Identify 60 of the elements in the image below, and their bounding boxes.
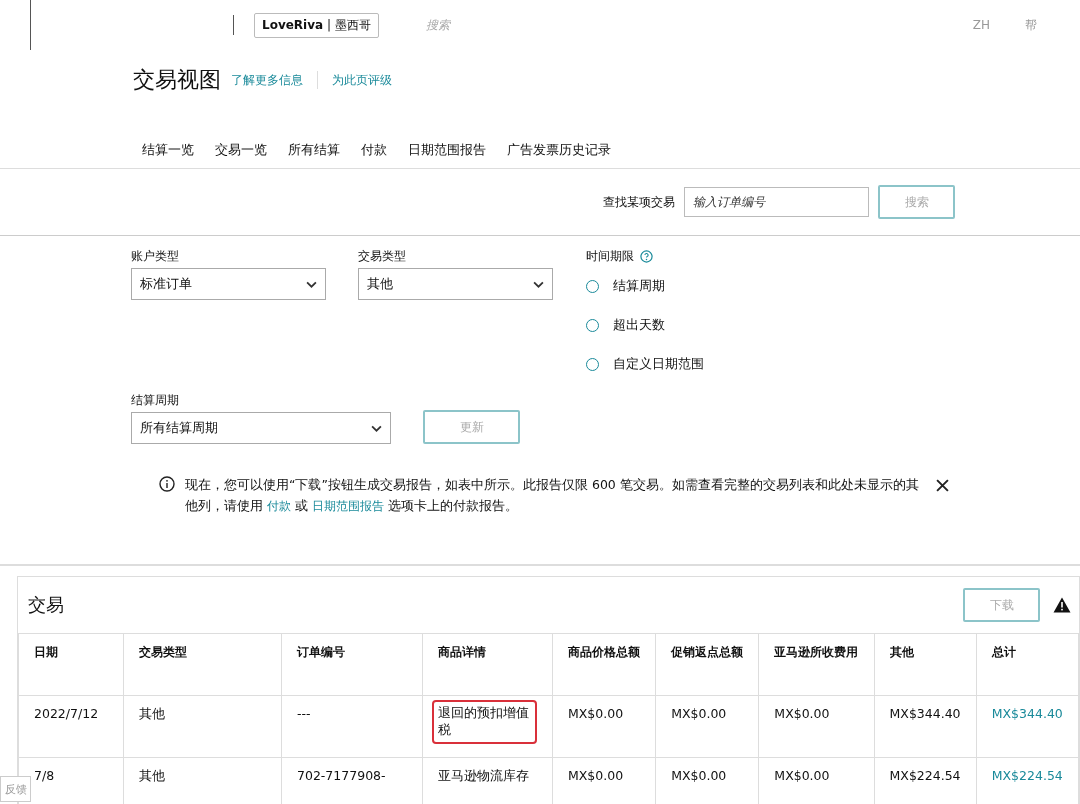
column-header: 亚马逊所收费用 bbox=[758, 633, 875, 696]
column-header: 商品详情 bbox=[422, 633, 553, 696]
time-limit-label: 时间期限 bbox=[586, 248, 634, 265]
table-cell: 其他 bbox=[139, 706, 165, 721]
settlement-period-dropdown[interactable]: 所有结算周期 bbox=[131, 412, 391, 444]
nav-tab[interactable]: 结算一览 bbox=[142, 136, 194, 164]
column-header: 总计 bbox=[976, 633, 1079, 696]
table-cell: 7/8 bbox=[34, 768, 55, 783]
table-cell: MX$344.40 bbox=[889, 706, 961, 721]
table-cell: MX$224.54 bbox=[889, 768, 961, 783]
nav-tab[interactable]: 交易一览 bbox=[215, 136, 267, 164]
column-header: 商品价格总额 bbox=[552, 633, 656, 696]
account-type-label: 账户类型 bbox=[131, 248, 180, 265]
table-cell: MX$0.00 bbox=[568, 706, 624, 721]
column-header: 交易类型 bbox=[123, 633, 282, 696]
table-cell: 亚马逊物流库存 bbox=[438, 768, 529, 783]
header-link[interactable]: 了解更多信息 bbox=[231, 71, 303, 89]
warning-icon bbox=[1053, 597, 1071, 613]
table-cell: MX$0.00 bbox=[671, 706, 727, 721]
column-header: 其他 bbox=[874, 633, 977, 696]
find-label: 查找某项交易 bbox=[603, 193, 675, 211]
table-cell: MX$224.54 bbox=[991, 768, 1063, 783]
store-selector[interactable]: LoveRiva | 墨西哥 bbox=[254, 12, 379, 38]
table-cell: MX$0.00 bbox=[671, 768, 727, 783]
table-cell: MX$344.40 bbox=[991, 706, 1063, 721]
header-link[interactable]: 为此页评级 bbox=[332, 71, 392, 89]
nav-tab[interactable]: 广告发票历史记录 bbox=[507, 136, 611, 164]
settlement-period-label: 结算周期 bbox=[131, 392, 180, 409]
info-icon bbox=[159, 476, 175, 492]
transaction-type-dropdown[interactable]: 其他 bbox=[358, 268, 553, 300]
chevron-icon bbox=[371, 424, 382, 432]
help-icon bbox=[640, 250, 653, 263]
radio-option[interactable]: 结算周期 bbox=[586, 268, 704, 304]
table-cell: 其他 bbox=[139, 768, 165, 783]
close-icon[interactable] bbox=[936, 479, 949, 492]
chevron-icon bbox=[306, 280, 317, 288]
table-cell: MX$0.00 bbox=[774, 706, 830, 721]
chevron-icon bbox=[533, 280, 544, 288]
payments-link[interactable]: 付款 bbox=[267, 499, 291, 513]
radio-option[interactable]: 超出天数 bbox=[586, 307, 704, 343]
account-type-dropdown[interactable]: 标准订单 bbox=[131, 268, 326, 300]
table-title: 交易 bbox=[28, 593, 65, 617]
nav-tab[interactable]: 所有结算 bbox=[288, 136, 340, 164]
column-header: 日期 bbox=[18, 633, 124, 696]
table-cell: --- bbox=[297, 706, 311, 721]
transaction-type-label: 交易类型 bbox=[358, 248, 407, 265]
table-cell: MX$0.00 bbox=[568, 768, 624, 783]
nav-tab[interactable]: 付款 bbox=[361, 136, 387, 164]
table-cell: 退回的预扣增值税 bbox=[432, 700, 537, 744]
page-title: 交易视图 bbox=[133, 66, 221, 94]
nav-tab[interactable]: 日期范围报告 bbox=[408, 136, 486, 164]
column-header: 促销返点总额 bbox=[655, 633, 759, 696]
date-range-report-link[interactable]: 日期范围报告 bbox=[311, 499, 384, 513]
table-cell: MX$0.00 bbox=[774, 768, 830, 783]
notice-text: 现在，您可以使用“下载”按钮生成交易报告，如表中所示。此报告仅限 600 笔交易。如需查看完整的交易列表和此处未显示的其他列，请使用 付款 或 日期范围报告 选项卡上的付款报告。 bbox=[185, 476, 920, 515]
order-number-field[interactable]: 输入订单编号 bbox=[684, 187, 869, 217]
column-header: 订单编号 bbox=[281, 633, 423, 696]
table-cell: 702-7177908- bbox=[297, 768, 386, 783]
table-cell: 2022/7/12 bbox=[34, 706, 99, 721]
radio-option[interactable]: 自定义日期范围 bbox=[586, 346, 704, 382]
